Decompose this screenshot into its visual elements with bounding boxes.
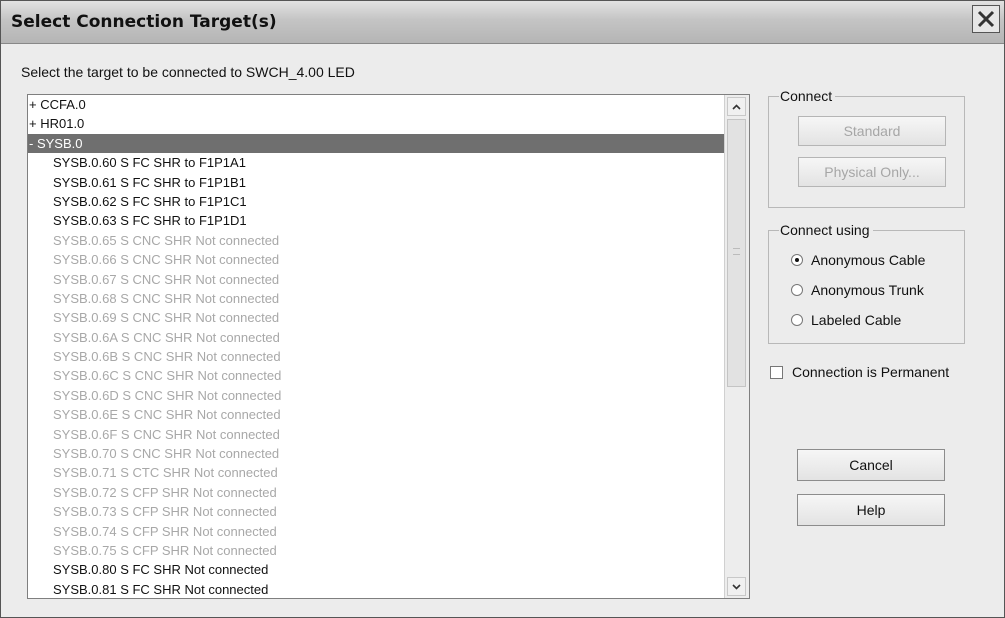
list-item: SYSB.0.71 S CTC SHR Not connected xyxy=(53,465,278,481)
list-item[interactable]: SYSB.0.81 S FC SHR Not connected xyxy=(28,580,724,598)
title-bar[interactable]: Select Connection Target(s) xyxy=(1,1,1004,44)
scroll-grip xyxy=(733,248,740,255)
list-item: SYSB.0.69 S CNC SHR Not connected xyxy=(53,310,280,326)
radio-label: Anonymous Cable xyxy=(811,252,926,268)
radio-anonymous-trunk[interactable]: Anonymous Trunk xyxy=(791,282,924,298)
list-item: SYSB.0.6E S CNC SHR Not connected xyxy=(53,407,281,423)
radio-anonymous-cable[interactable]: Anonymous Cable xyxy=(791,252,925,268)
list-item[interactable]: SYSB.0.61 S FC SHR to F1P1B1 xyxy=(28,173,724,192)
checkbox-box xyxy=(770,365,783,379)
connect-legend: Connect xyxy=(779,88,836,104)
radio-indicator xyxy=(791,314,803,326)
chevron-down-icon xyxy=(732,583,741,590)
radio-label: Anonymous Trunk xyxy=(811,282,924,298)
scroll-up-button[interactable] xyxy=(727,97,746,116)
close-icon xyxy=(977,10,995,28)
list-item: SYSB.0.6D S CNC SHR Not connected xyxy=(53,387,282,403)
list-item: SYSB.0.6F S CNC SHR Not connected xyxy=(53,426,280,442)
target-listbox[interactable]: + CCFA.0 + HR01.0- SYSB.0 SYSB.0.60 S FC S… xyxy=(27,94,750,599)
cancel-button[interactable]: Cancel xyxy=(797,449,945,481)
connect-group: Connect Standard Physical Only... xyxy=(768,88,965,208)
close-button[interactable] xyxy=(972,5,1000,33)
connect-using-legend: Connect using xyxy=(779,222,873,238)
vertical-scrollbar[interactable] xyxy=(724,95,749,598)
connect-using-group: Connect using Anonymous Cable Anonymous … xyxy=(768,222,965,344)
list-item: SYSB.0.6B S CNC SHR Not connected xyxy=(53,349,281,365)
list-item: SYSB.0.73 S CFP SHR Not connected xyxy=(53,504,277,520)
dialog-window: Select Connection Target(s) Select the t… xyxy=(0,0,1005,618)
list-item: SYSB.0.65 S CNC SHR Not connected xyxy=(53,232,280,248)
radio-labeled-cable[interactable]: Labeled Cable xyxy=(791,312,901,328)
scroll-down-button[interactable] xyxy=(727,577,746,596)
standard-button[interactable]: Standard xyxy=(798,116,946,146)
permanent-checkbox[interactable]: Connection is Permanent xyxy=(770,364,949,380)
list-item: SYSB.0.72 S CFP SHR Not connected xyxy=(53,484,277,500)
list-group-item[interactable]: - SYSB.0 xyxy=(28,133,724,154)
list-item: SYSB.0.66 S CNC SHR Not connected xyxy=(53,252,280,268)
dialog-title: Select Connection Target(s) xyxy=(11,12,277,32)
permanent-label: Connection is Permanent xyxy=(792,364,950,380)
list-item: SYSB.0.6A S CNC SHR Not connected xyxy=(53,329,280,345)
list-item: SYSB.0.68 S CNC SHR Not connected xyxy=(53,290,280,306)
list-group-item[interactable]: + CCFA.0 xyxy=(28,95,724,114)
chevron-up-icon xyxy=(732,103,741,110)
radio-indicator xyxy=(791,284,803,296)
list-item: SYSB.0.70 S CNC SHR Not connected xyxy=(53,446,280,462)
list-item[interactable]: SYSB.0.60 S FC SHR to F1P1A1 xyxy=(28,153,724,172)
list-group-item[interactable]: + HR01.0 xyxy=(28,114,724,133)
list-item: SYSB.0.67 S CNC SHR Not connected xyxy=(53,271,280,287)
radio-label: Labeled Cable xyxy=(811,312,902,328)
prompt-text: Select the target to be connected to SWC… xyxy=(21,64,355,80)
scroll-thumb[interactable] xyxy=(727,119,746,387)
list-item[interactable]: SYSB.0.80 S FC SHR Not connected xyxy=(28,560,724,579)
list-item: SYSB.0.74 S CFP SHR Not connected xyxy=(53,523,277,539)
list-item: SYSB.0.75 S CFP SHR Not connected xyxy=(53,542,277,558)
help-button[interactable]: Help xyxy=(797,494,945,526)
list-item[interactable]: SYSB.0.62 S FC SHR to F1P1C1 xyxy=(28,192,724,211)
list-item[interactable]: SYSB.0.63 S FC SHR to F1P1D1 xyxy=(28,211,724,230)
radio-indicator xyxy=(791,254,803,266)
physical-only-button[interactable]: Physical Only... xyxy=(798,157,946,187)
target-list: + CCFA.0 + HR01.0- SYSB.0 SYSB.0.60 S FC S… xyxy=(28,95,724,598)
list-item: SYSB.0.6C S CNC SHR Not connected xyxy=(53,368,282,384)
